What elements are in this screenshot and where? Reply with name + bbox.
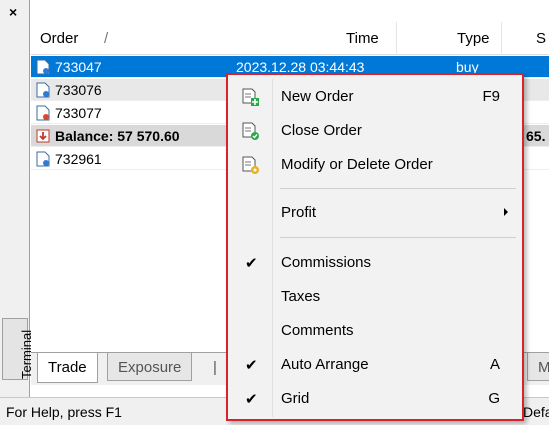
order-id: 732961 xyxy=(55,151,102,167)
shortcut: F9 xyxy=(482,88,500,105)
balance-icon xyxy=(36,129,50,143)
column-type[interactable]: Type xyxy=(457,30,490,47)
menu-item-commissions[interactable]: ✔ Commissions xyxy=(228,247,522,279)
close-order-icon xyxy=(242,122,259,140)
table-header: Order / Time Type S xyxy=(31,22,549,55)
menu-label: Auto Arrange xyxy=(281,356,369,373)
new-order-icon xyxy=(242,88,259,106)
column-s[interactable]: S xyxy=(536,30,546,47)
column-divider[interactable] xyxy=(396,22,397,55)
menu-label: Taxes xyxy=(281,288,321,305)
menu-item-close-order[interactable]: Close Order xyxy=(228,115,522,147)
menu-label: Profit xyxy=(281,204,317,221)
column-divider[interactable] xyxy=(501,22,502,55)
menu-item-comments[interactable]: Comments xyxy=(228,315,522,347)
context-menu: New Order F9 Close Order Modify or Delet… xyxy=(226,73,524,421)
checkmark-icon: ✔ xyxy=(245,391,258,408)
document-icon xyxy=(36,105,50,121)
sort-indicator: / xyxy=(104,30,109,47)
shortcut: A xyxy=(489,356,500,373)
balance-value: 65. xyxy=(526,128,546,144)
terminal-vertical-tab[interactable]: Terminal xyxy=(2,318,34,380)
menu-label: Modify or Delete Order xyxy=(281,156,433,173)
column-time[interactable]: Time xyxy=(346,30,379,47)
submenu-arrow-icon xyxy=(504,208,508,216)
status-profile: Defa xyxy=(523,404,549,420)
document-icon xyxy=(36,59,50,75)
menu-item-profit[interactable]: Profit xyxy=(228,197,522,229)
menu-label: New Order xyxy=(281,88,354,105)
menu-item-new-order[interactable]: New Order F9 xyxy=(228,81,522,113)
shortcut: G xyxy=(488,390,500,407)
tab-trade[interactable]: Trade xyxy=(37,353,98,383)
document-icon xyxy=(36,82,50,98)
terminal-side-strip: × Terminal xyxy=(0,0,34,397)
order-id: 733077 xyxy=(55,105,102,121)
menu-label: Grid xyxy=(281,390,310,407)
checkmark-icon: ✔ xyxy=(245,255,258,272)
menu-label: Comments xyxy=(281,322,354,339)
menu-item-grid[interactable]: ✔ Grid G xyxy=(228,383,522,415)
menu-separator xyxy=(280,237,516,238)
menu-separator xyxy=(280,188,516,189)
checkmark-icon: ✔ xyxy=(245,357,258,374)
status-help-text: For Help, press F1 xyxy=(6,404,122,420)
balance-text: Balance: 57 570.60 xyxy=(55,128,180,144)
close-icon[interactable]: × xyxy=(9,4,17,20)
column-order[interactable]: Order xyxy=(40,30,78,47)
modify-order-icon xyxy=(242,156,259,174)
document-icon xyxy=(36,151,50,167)
menu-label: Close Order xyxy=(281,122,362,139)
menu-item-modify-order[interactable]: Modify or Delete Order xyxy=(228,149,522,181)
tab-m[interactable]: M xyxy=(527,353,549,381)
order-id: 733047 xyxy=(55,59,102,75)
menu-label: Commissions xyxy=(281,254,372,271)
order-id: 733076 xyxy=(55,82,102,98)
menu-item-taxes[interactable]: Taxes xyxy=(228,281,522,313)
tab-separator: | xyxy=(213,359,217,376)
tab-exposure[interactable]: Exposure xyxy=(107,353,193,381)
menu-item-auto-arrange[interactable]: ✔ Auto Arrange A xyxy=(228,349,522,381)
